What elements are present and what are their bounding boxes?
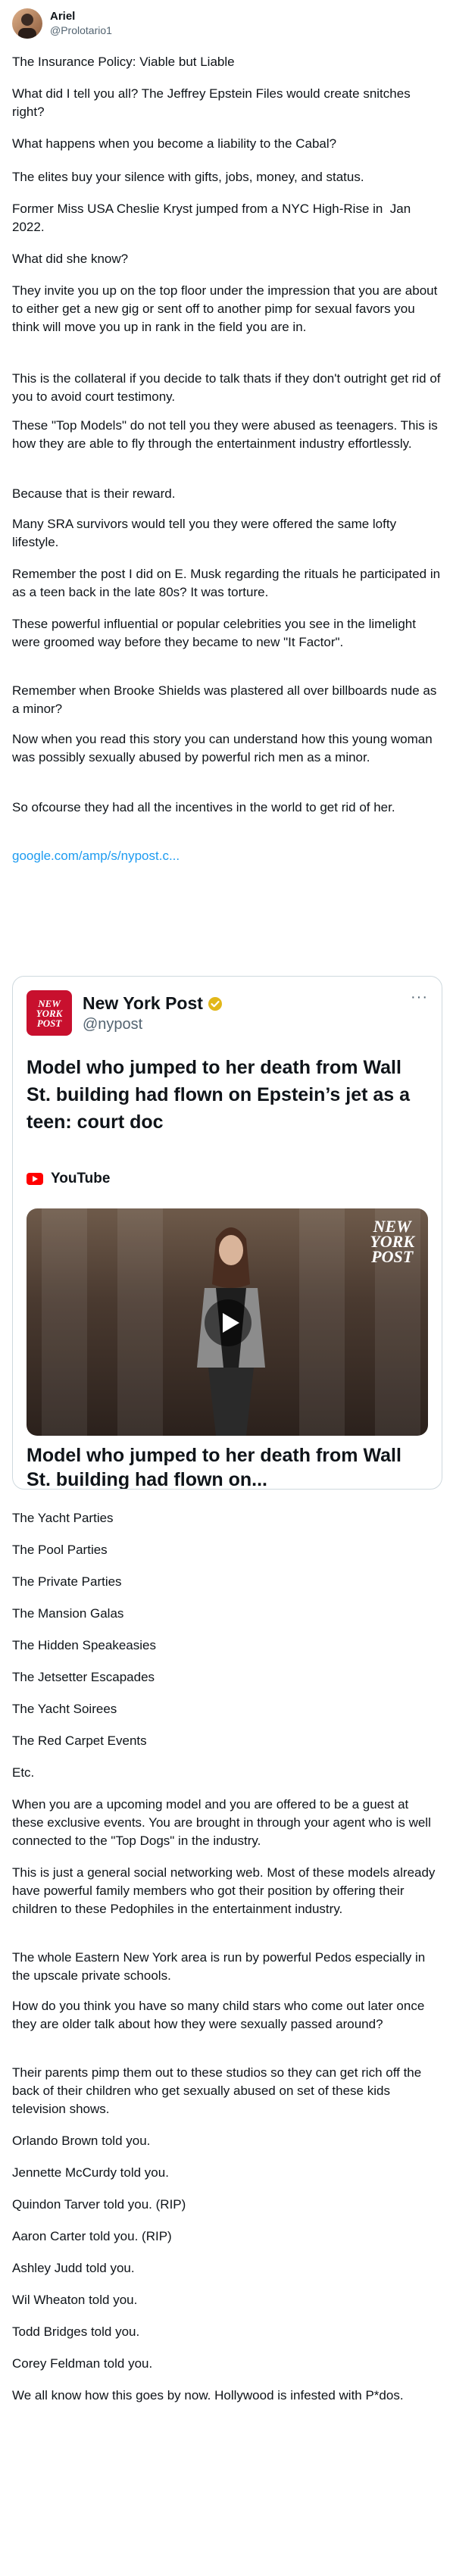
post-text-line: Former Miss USA Cheslie Kryst jumped fro… bbox=[12, 202, 414, 234]
verified-badge-icon bbox=[208, 996, 222, 1011]
author-handle[interactable]: @Prolotario1 bbox=[50, 23, 112, 37]
post-text-line: Now when you read this story you can und… bbox=[12, 732, 436, 764]
post-text-line: Quindon Tarver told you. (RIP) bbox=[12, 2197, 186, 2212]
play-button-icon[interactable] bbox=[205, 1299, 251, 1346]
post-text-line: What happens when you become a liability… bbox=[12, 136, 337, 151]
post-text-line: So ofcourse they had all the incentives … bbox=[12, 800, 395, 814]
more-options-icon[interactable]: ··· bbox=[411, 989, 428, 1006]
post-text-line: The Hidden Speakeasies bbox=[12, 1638, 156, 1652]
post-text-line: The Private Parties bbox=[12, 1574, 122, 1589]
nypost-logo: NEW YORK POST bbox=[27, 990, 72, 1036]
post-text-line: The elites buy your silence with gifts, … bbox=[12, 170, 364, 184]
link-preview-card[interactable]: NEW YORK POST New York Post @nypost ··· … bbox=[12, 976, 442, 1490]
post-text-line: How do you think you have so many child … bbox=[12, 1999, 429, 2031]
post-page: Ariel @Prolotario1 The Insurance Policy:… bbox=[0, 0, 453, 2576]
platform-name: YouTube bbox=[51, 1171, 111, 1186]
post-text-line: The Mansion Galas bbox=[12, 1606, 124, 1621]
post-text-line: Their parents pimp them out to these stu… bbox=[12, 2065, 425, 2116]
post-text-line: Wil Wheaton told you. bbox=[12, 2293, 138, 2307]
post-text-line: The whole Eastern New York area is run b… bbox=[12, 1950, 429, 1983]
video-thumbnail[interactable]: NEW YORK POST bbox=[27, 1208, 428, 1436]
post-text-line: The Yacht Soirees bbox=[12, 1702, 117, 1716]
post-text-line: Etc. bbox=[12, 1765, 35, 1780]
post-text-line: They invite you up on the top floor unde… bbox=[12, 283, 442, 334]
post-text-line: Todd Bridges told you. bbox=[12, 2324, 140, 2339]
post-text-line: Corey Feldman told you. bbox=[12, 2356, 153, 2371]
post-text-line: The Insurance Policy: Viable but Liable bbox=[12, 55, 235, 69]
video-title[interactable]: Model who jumped to her death from Wall … bbox=[27, 1443, 428, 1489]
post-text-line: The Jetsetter Escapades bbox=[12, 1670, 155, 1684]
post-text-line: Orlando Brown told you. bbox=[12, 2134, 151, 2148]
post-text-line: These "Top Models" do not tell you they … bbox=[12, 418, 442, 451]
post-text-line: Remember the post I did on E. Musk regar… bbox=[12, 567, 444, 599]
nypost-watermark: NEW YORK POST bbox=[370, 1217, 414, 1266]
post-text-line: Ashley Judd told you. bbox=[12, 2261, 135, 2275]
post-text-line: This is the collateral if you decide to … bbox=[12, 371, 445, 404]
source-name[interactable]: New York Post bbox=[83, 993, 223, 1014]
post-text-line: What did I tell you all? The Jeffrey Eps… bbox=[12, 86, 414, 119]
post-text-line: The Yacht Parties bbox=[12, 1511, 114, 1525]
post-text-line: Remember when Brooke Shields was plaster… bbox=[12, 683, 441, 716]
author-name[interactable]: Ariel bbox=[50, 10, 112, 23]
post-text-line: The Red Carpet Events bbox=[12, 1733, 147, 1748]
post-text-line: What did she know? bbox=[12, 252, 129, 266]
platform-label: YouTube bbox=[27, 1171, 110, 1187]
youtube-icon bbox=[27, 1173, 43, 1185]
card-title[interactable]: Model who jumped to her death from Wall … bbox=[27, 1054, 428, 1136]
post-text-line: The Pool Parties bbox=[12, 1543, 108, 1557]
post-header: Ariel @Prolotario1 bbox=[12, 8, 112, 39]
post-text-line: These powerful influential or popular ce… bbox=[12, 617, 420, 649]
post-text-line: We all know how this goes by now. Hollyw… bbox=[12, 2388, 404, 2402]
post-text-line: This is just a general social networking… bbox=[12, 1865, 439, 1916]
source-handle[interactable]: @nypost bbox=[83, 1016, 142, 1033]
post-text-line: Many SRA survivors would tell you they w… bbox=[12, 517, 400, 549]
post-text-line: Because that is their reward. bbox=[12, 486, 176, 501]
avatar[interactable] bbox=[12, 8, 42, 39]
post-text-line: Jennette McCurdy told you. bbox=[12, 2165, 169, 2180]
post-text-line: When you are a upcoming model and you ar… bbox=[12, 1797, 435, 1848]
post-text-line: Aaron Carter told you. (RIP) bbox=[12, 2229, 172, 2243]
article-link[interactable]: google.com/amp/s/nypost.c... bbox=[12, 847, 442, 865]
